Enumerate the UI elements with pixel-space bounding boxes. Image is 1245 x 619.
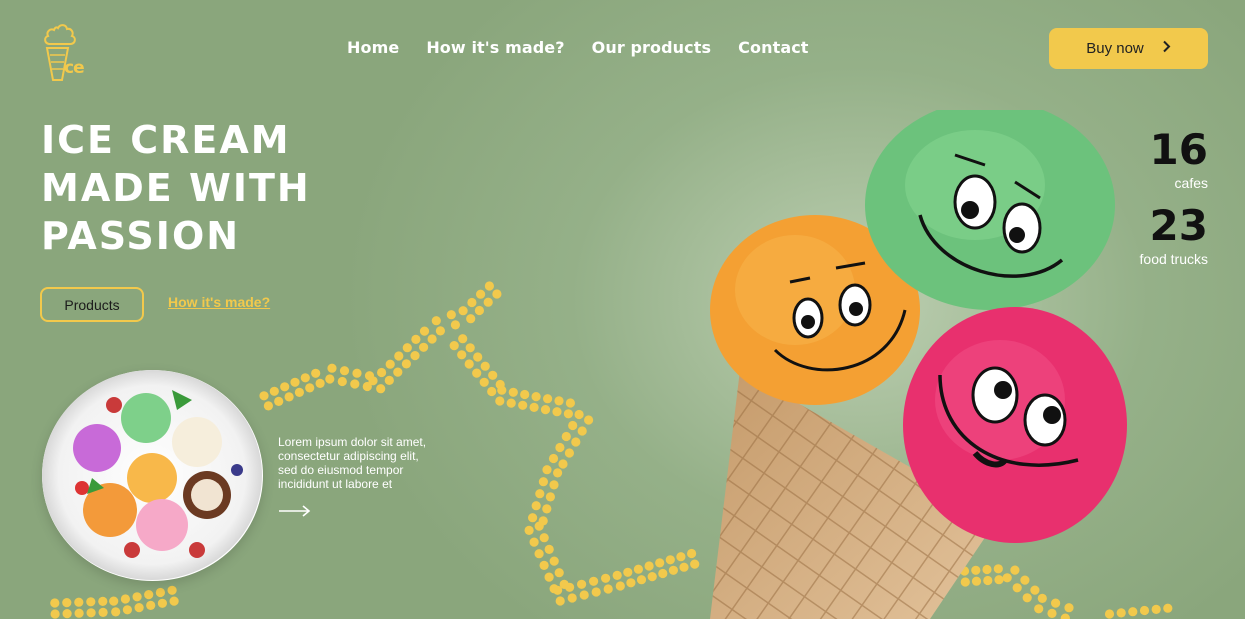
stat-cafes-value: 16: [1149, 125, 1208, 174]
ice-cream-plate-image: [42, 370, 263, 581]
nav-contact[interactable]: Contact: [738, 38, 808, 57]
products-button[interactable]: Products: [40, 287, 144, 322]
ice-cream-cone-image: [700, 100, 1130, 619]
feature-description: Lorem ipsum dolor sit amet, consectetur …: [278, 435, 468, 491]
logo[interactable]: ce: [40, 22, 102, 84]
hero-title-line-2: MADE WITH: [41, 166, 311, 210]
hero-title-line-1: ICE CREAM: [41, 118, 291, 162]
feature-line-3: sed do eiusmod tempor: [278, 463, 404, 477]
chevron-right-icon: [1162, 40, 1171, 57]
how-its-made-link[interactable]: How it's made?: [168, 294, 270, 310]
feature-line-2: consectetur adipiscing elit,: [278, 449, 419, 463]
nav-our-products[interactable]: Our products: [592, 38, 712, 57]
feature-line-4: incididunt ut labore et: [278, 477, 393, 491]
hero-title-line-3: PASSION: [41, 214, 241, 258]
stat-food-trucks-label: food trucks: [1139, 251, 1208, 267]
logo-text: ce: [64, 58, 85, 78]
stat-food-trucks-value: 23: [1149, 201, 1208, 250]
buy-now-button[interactable]: Buy now: [1049, 28, 1208, 69]
stats-panel: 16 cafes 23 food trucks: [1140, 126, 1208, 268]
feature-line-1: Lorem ipsum dolor sit amet,: [278, 435, 427, 449]
arrow-right-icon[interactable]: [278, 503, 312, 517]
stat-cafes-label: cafes: [1174, 175, 1208, 191]
nav-how-its-made[interactable]: How it's made?: [426, 38, 564, 57]
hero-title: ICE CREAM MADE WITH PASSION: [41, 116, 441, 260]
main-nav: Home How it's made? Our products Contact: [347, 38, 809, 57]
nav-home[interactable]: Home: [347, 38, 399, 57]
buy-now-label: Buy now: [1086, 40, 1144, 57]
